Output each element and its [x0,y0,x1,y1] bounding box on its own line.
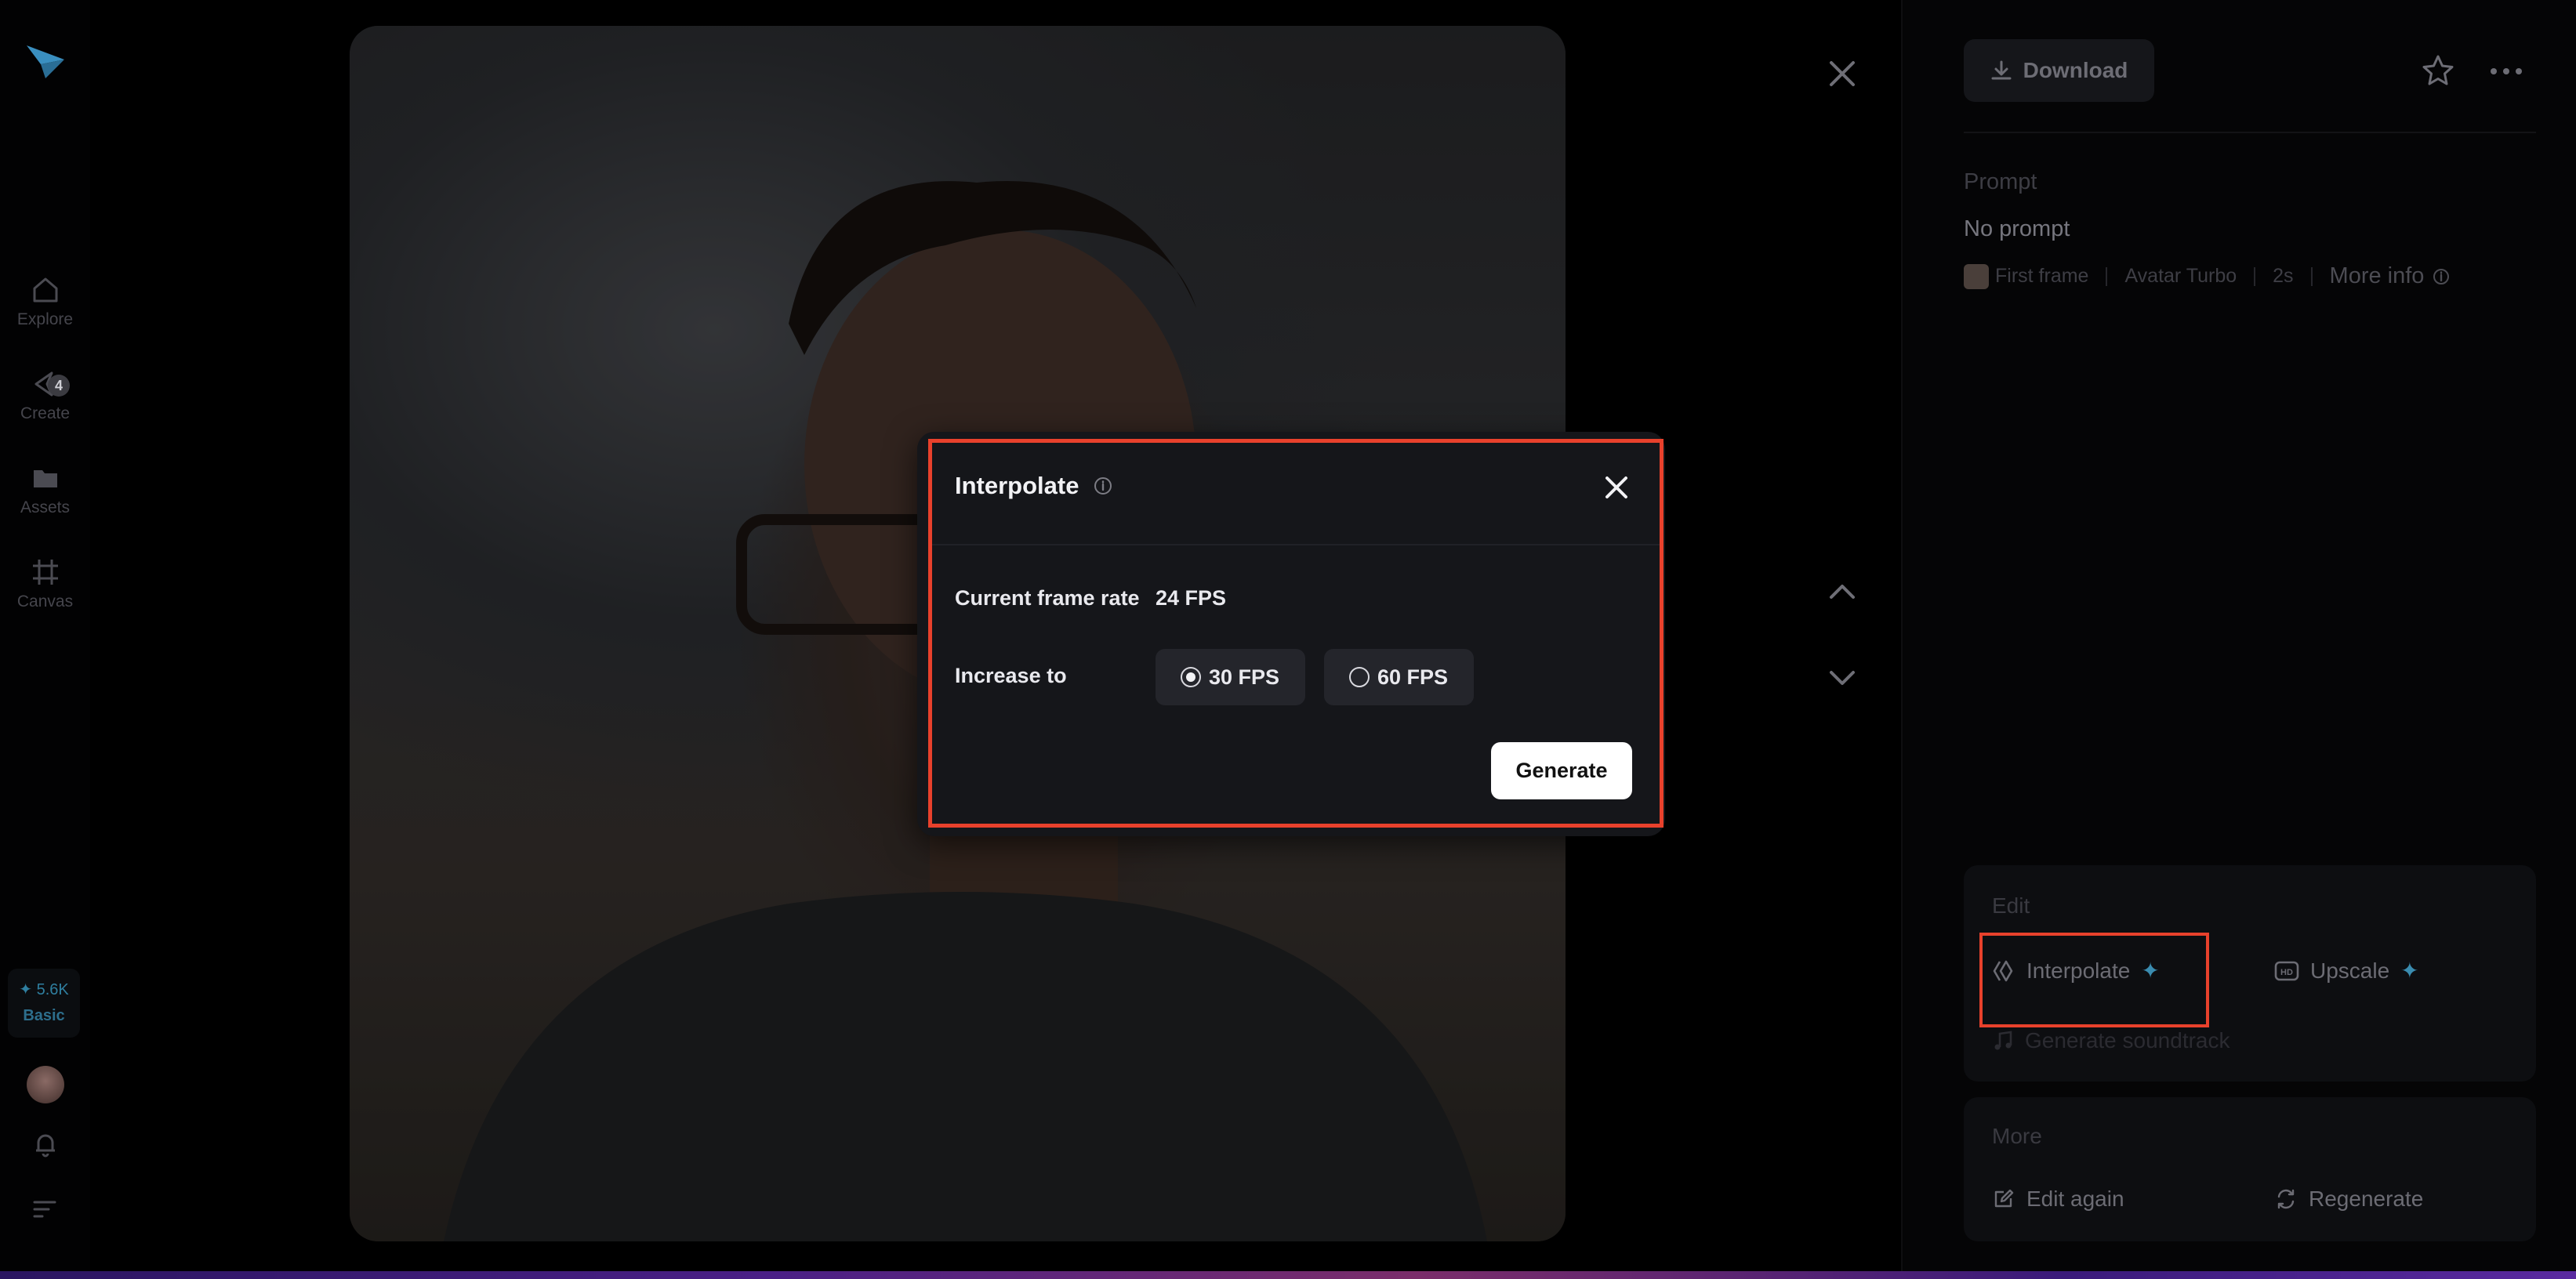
download-label: Download [2023,58,2128,82]
menu-icon[interactable] [31,1197,58,1221]
interpolate-highlight [1979,933,2209,1027]
duration: 2s [2273,265,2294,287]
sidebar-item-label: Assets [20,498,71,516]
upscale-button[interactable]: HD Upscale ✦ [2274,958,2419,984]
music-note-icon [1994,1031,2012,1050]
sidebar-item-create[interactable]: 4 Create [0,368,90,423]
edit-section-label: Edit [1992,893,2030,918]
home-icon [33,277,57,303]
sparkle-icon: ✦ [2400,958,2419,983]
more-info-link[interactable]: More info [2330,263,2451,289]
canvas-icon [32,560,58,585]
plan-name: Basic [23,1007,65,1024]
create-badge: 4 [48,375,70,397]
hd-icon: HD [2274,961,2299,980]
sidebar-item-label: Explore [16,310,74,328]
download-icon [1991,60,2012,80]
sidebar-item-assets[interactable]: Assets [0,462,90,517]
credits-amount: ✦ 5.6K [19,981,69,998]
sidebar-item-canvas[interactable]: Canvas [0,556,90,611]
folder-icon [33,470,57,487]
info-icon [2433,268,2450,284]
bell-icon[interactable] [31,1130,60,1158]
edit-icon [1994,1189,2014,1208]
more-section-label: More [1992,1124,2042,1148]
dialog-highlight [928,439,1664,828]
chevron-down-icon[interactable] [1827,663,1858,694]
model-name: Avatar Turbo [2124,265,2237,287]
chevron-up-icon[interactable] [1827,575,1858,607]
more-section [1964,1097,2536,1241]
prompt-label: Prompt [1964,169,2037,194]
download-button[interactable]: Download [1964,39,2154,102]
generate-soundtrack-button[interactable]: Generate soundtrack [1992,1028,2230,1053]
avatar[interactable] [27,1066,64,1103]
star-icon[interactable] [2421,53,2455,88]
first-frame-thumbnail [1964,263,1989,289]
sidebar-item-label: Canvas [16,592,74,611]
regenerate-button[interactable]: Regenerate [2274,1187,2423,1212]
svg-text:HD: HD [2280,968,2293,977]
generation-meta: First frame Avatar Turbo 2s More info [1964,263,2451,289]
regenerate-icon [2277,1189,2295,1209]
close-viewer-icon[interactable] [1823,55,1861,92]
sidebar-item-explore[interactable]: Explore [0,274,90,329]
more-options-icon[interactable] [2487,60,2526,83]
app-logo-icon[interactable] [24,38,67,82]
edit-again-button[interactable]: Edit again [1992,1187,2124,1212]
sidebar-item-label: Create [20,404,71,422]
first-frame-label: First frame [1995,265,2089,287]
credits-badge[interactable]: ✦ 5.6K Basic [8,969,80,1038]
prompt-value: No prompt [1964,216,2070,241]
